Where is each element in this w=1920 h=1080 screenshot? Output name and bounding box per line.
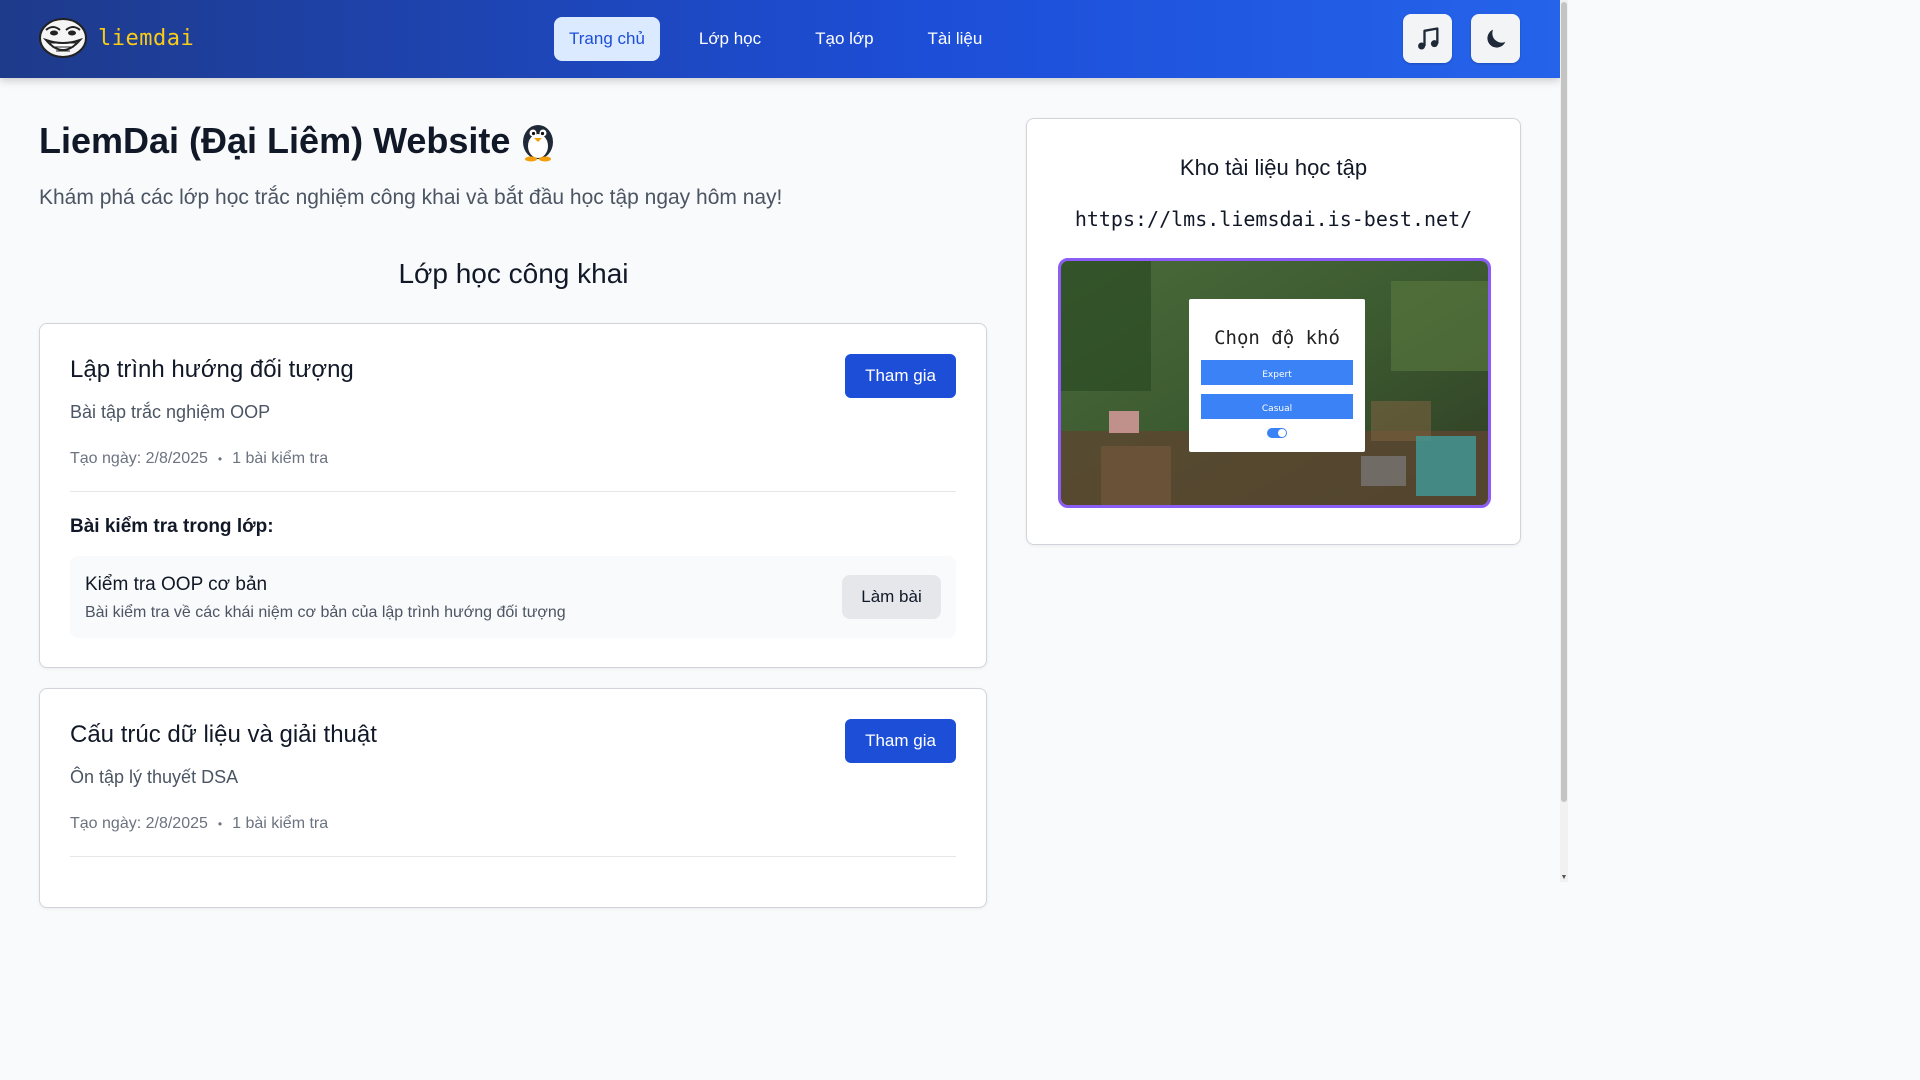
resources-panel: Kho tài liệu học tập https://lms.liemsda… [1026,118,1521,545]
resources-url-link[interactable]: https://lms.liemsdai.is-best.net/ [1027,207,1520,231]
nav-classes[interactable]: Lớp học [684,17,776,61]
meta-separator: • [217,452,223,466]
nav-home[interactable]: Trang chủ [554,17,660,61]
class-created-date: Tạo ngày: 2/8/2025 [70,815,208,832]
penguin-icon [523,125,554,162]
test-description: Bài kiểm tra về các khái niệm cơ bản của… [85,604,566,621]
page-scrollbar[interactable]: ▼ [1560,0,1568,882]
page-title: LiemDai (Đại Liêm) Website [39,120,558,162]
class-created-date: Tạo ngày: 2/8/2025 [70,450,208,467]
class-meta: Tạo ngày: 2/8/2025 • 1 bài kiểm tra [70,815,328,833]
nav-documents[interactable]: Tài liệu [913,17,998,61]
class-title: Lập trình hướng đối tượng [70,356,354,383]
site-logo[interactable]: liemdai [38,16,194,60]
theme-toggle-button[interactable] [1471,14,1520,63]
preview-option-casual: Casual [1262,404,1292,414]
class-test-count: 1 bài kiểm tra [232,815,329,832]
page-title-text: LiemDai (Đại Liêm) Website [39,120,511,161]
class-description: Bài tập trắc nghiệm OOP [70,402,271,422]
scrollbar-thumb[interactable] [1561,2,1567,802]
class-test-count: 1 bài kiểm tra [232,450,329,467]
game-screenshot-preview: Chọn độ khó Expert Casual [1061,261,1488,505]
join-class-button[interactable]: Tham gia [845,719,956,763]
main-nav: Trang chủ Lớp học Tạo lớp Tài liệu [554,17,1021,61]
join-class-button[interactable]: Tham gia [845,354,956,398]
take-test-button[interactable]: Làm bài [842,575,941,619]
class-card: Lập trình hướng đối tượng Bài tập trắc n… [39,323,987,668]
moon-icon [1486,29,1505,48]
music-toggle-button[interactable] [1403,14,1452,63]
card-divider [70,856,956,857]
logo-text: liemdai [98,25,195,51]
resources-title: Kho tài liệu học tập [1179,155,1368,180]
preview-dialog-title: Chọn độ khó [1214,327,1340,349]
tests-heading: Bài kiểm tra trong lớp: [70,516,274,537]
public-classes-heading: Lớp học công khai [398,258,629,289]
test-name: Kiểm tra OOP cơ bản [85,574,268,595]
music-note-icon [1417,26,1438,49]
card-divider [70,491,956,492]
top-navbar: liemdai Trang chủ Lớp học Tạo lớp Tài li… [0,0,1560,78]
class-description: Ôn tập lý thuyết DSA [70,767,239,787]
resources-preview-image[interactable]: Chọn độ khó Expert Casual [1058,258,1491,508]
meta-separator: • [217,817,223,831]
class-meta: Tạo ngày: 2/8/2025 • 1 bài kiểm tra [70,450,328,468]
preview-option-expert: Expert [1262,370,1292,380]
scroll-down-icon[interactable]: ▼ [1560,874,1568,882]
class-title: Cấu trúc dữ liệu và giải thuật [70,721,377,748]
page-subtitle: Khám phá các lớp học trắc nghiệm công kh… [39,186,783,209]
test-item: Kiểm tra OOP cơ bản Bài kiểm tra về các … [70,556,956,638]
nav-create-class[interactable]: Tạo lớp [800,17,888,61]
trollface-icon [39,18,87,58]
class-card: Cấu trúc dữ liệu và giải thuật Ôn tập lý… [39,688,987,908]
